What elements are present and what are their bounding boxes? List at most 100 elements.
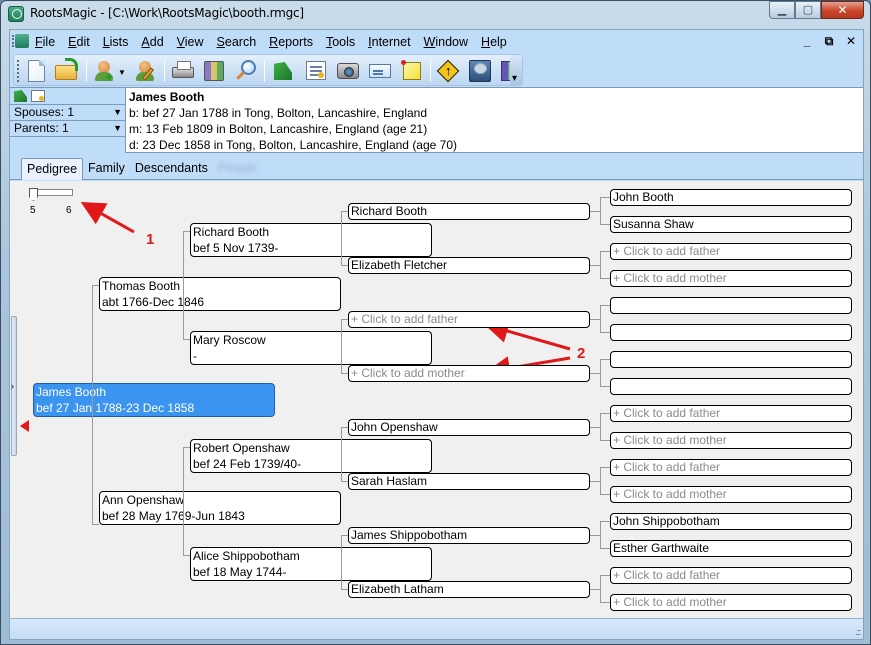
- view-tabs: Pedigree Family Descendants People: [10, 154, 863, 180]
- minimize-icon: ▁: [777, 3, 787, 16]
- side-panel-splitter[interactable]: ›: [10, 181, 19, 618]
- add-parent-box[interactable]: + Click to add mother: [610, 432, 852, 449]
- person-name: Ann Openshaw: [102, 493, 185, 507]
- menu-lists[interactable]: Lists: [103, 35, 129, 49]
- add-parent-box[interactable]: + Click to add father: [610, 567, 852, 584]
- close-button[interactable]: ✕: [821, 1, 864, 19]
- menu-file[interactable]: File: [35, 35, 55, 49]
- person-box-gen5[interactable]: [610, 378, 852, 395]
- menu-mnemonic: L: [102, 35, 110, 49]
- person-box-gen5[interactable]: John Shippobotham: [610, 513, 852, 530]
- add-parent-box[interactable]: + Click to add father: [610, 459, 852, 476]
- menu-edit[interactable]: Edit: [68, 35, 90, 49]
- menu-search[interactable]: Search: [217, 35, 257, 49]
- person-box-gen5[interactable]: [610, 351, 852, 368]
- toolbar-separator: [164, 60, 165, 82]
- person-box-grandparent[interactable]: Richard Booth bef 5 Nov 1739-: [190, 223, 432, 257]
- tab-family[interactable]: Family: [83, 158, 130, 180]
- generations-slider[interactable]: 5 6: [29, 188, 75, 216]
- person-box-grandparent[interactable]: Robert Openshaw bef 24 Feb 1739/40-: [190, 439, 432, 473]
- certificate-icon[interactable]: [31, 90, 45, 102]
- mdi-restore-button[interactable]: ⧉: [823, 34, 835, 49]
- person-box-gen5[interactable]: Esther Garthwaite: [610, 540, 852, 557]
- add-parent-box[interactable]: + Click to add father: [348, 311, 590, 328]
- root-person-marker-icon[interactable]: [20, 420, 29, 432]
- mdi-close-button[interactable]: ✕: [845, 34, 857, 49]
- person-box-parent[interactable]: Thomas Booth abt 1766-Dec 1846: [99, 277, 341, 311]
- person-box-great-grandparent[interactable]: John Openshaw: [348, 419, 590, 436]
- menu-window[interactable]: Window: [424, 35, 468, 49]
- todo-button[interactable]: [400, 59, 424, 83]
- menu-help[interactable]: Help: [481, 35, 507, 49]
- menu-internet[interactable]: Internet: [368, 35, 410, 49]
- menu-grip[interactable]: [12, 35, 14, 47]
- title-bar[interactable]: RootsMagic - [C:\Work\RootsMagic\booth.r…: [1, 1, 870, 27]
- print-button[interactable]: [171, 59, 195, 83]
- toolbar-overflow-button[interactable]: [510, 55, 522, 85]
- person-box-gen5[interactable]: [610, 297, 852, 314]
- person-name: + Click to add mother: [613, 487, 727, 501]
- person-name: Thomas Booth: [102, 279, 181, 293]
- add-person-button[interactable]: + ▼: [93, 59, 126, 84]
- annotation-arrow-2a: [484, 319, 571, 351]
- person-box-root[interactable]: James Booth bef 27 Jan 1788-23 Dec 1858: [33, 383, 275, 417]
- person-box-gen5[interactable]: John Booth: [610, 189, 852, 206]
- person-box-great-grandparent[interactable]: Richard Booth: [348, 203, 590, 220]
- add-parent-box[interactable]: + Click to add mother: [610, 594, 852, 611]
- parents-dropdown[interactable]: Parents: 1 ▼: [10, 120, 125, 136]
- menu-view[interactable]: View: [177, 35, 204, 49]
- toolbar-grip[interactable]: [17, 60, 19, 82]
- person-box-gen5[interactable]: Susanna Shaw: [610, 216, 852, 233]
- menu-mnemonic: R: [269, 35, 279, 49]
- person-name: James Booth: [36, 385, 107, 399]
- spouses-dropdown[interactable]: Spouses: 1 ▼: [10, 104, 125, 120]
- merge-button[interactable]: ↑: [436, 59, 460, 83]
- maximize-button[interactable]: ▢: [795, 1, 821, 19]
- connector-line: [341, 535, 342, 589]
- address-button[interactable]: [368, 59, 392, 83]
- search-button[interactable]: [234, 59, 258, 83]
- person-box-great-grandparent[interactable]: Elizabeth Latham: [348, 581, 590, 598]
- add-parent-box[interactable]: + Click to add mother: [610, 486, 852, 503]
- menu-add[interactable]: Add: [141, 35, 163, 49]
- family-tree-button[interactable]: [468, 59, 492, 83]
- add-parent-box[interactable]: + Click to add father: [610, 243, 852, 260]
- tab-people[interactable]: People: [213, 158, 262, 180]
- media-button[interactable]: [336, 59, 360, 83]
- death-info: d: 23 Dec 1858 in Tong, Bolton, Lancashi…: [129, 138, 458, 152]
- certificate-button[interactable]: [304, 59, 328, 83]
- add-parent-box[interactable]: + Click to add mother: [610, 270, 852, 287]
- publisher-icon: [274, 62, 292, 80]
- menu-tools[interactable]: Tools: [326, 35, 355, 49]
- publisher-icon[interactable]: [14, 90, 27, 102]
- person-info-panel: Spouses: 1 ▼ Parents: 1 ▼ James Booth b:…: [10, 87, 863, 153]
- expand-arrow-icon[interactable]: ›: [11, 381, 14, 391]
- minimize-button[interactable]: ▁: [769, 1, 795, 19]
- menu-mnemonic: H: [481, 35, 491, 49]
- open-file-button[interactable]: [54, 58, 78, 83]
- mdi-app-icon[interactable]: [15, 34, 29, 48]
- tab-pedigree[interactable]: Pedigree: [21, 158, 84, 180]
- rootsmagic-app-icon[interactable]: [8, 6, 24, 22]
- resize-grip-icon[interactable]: .::: [855, 627, 860, 637]
- chevron-down-icon: ▼: [113, 123, 122, 133]
- books-button[interactable]: [202, 59, 226, 83]
- person-box-gen5[interactable]: [610, 324, 852, 341]
- person-box-parent[interactable]: Ann Openshaw bef 28 May 1769-Jun 1843: [99, 491, 341, 525]
- person-box-great-grandparent[interactable]: James Shippobotham: [348, 527, 590, 544]
- mdi-minimize-button[interactable]: _: [801, 34, 813, 49]
- menu-reports[interactable]: Reports: [269, 35, 313, 49]
- add-parent-box[interactable]: + Click to add father: [610, 405, 852, 422]
- person-box-grandparent[interactable]: Alice Shippobotham bef 18 May 1744-: [190, 547, 432, 581]
- person-box-great-grandparent[interactable]: Elizabeth Fletcher: [348, 257, 590, 274]
- add-parent-box[interactable]: + Click to add mother: [348, 365, 590, 382]
- slider-thumb[interactable]: [29, 188, 38, 201]
- edit-person-button[interactable]: [134, 59, 158, 83]
- publisher-button[interactable]: [271, 59, 295, 83]
- tab-descendants[interactable]: Descendants: [130, 158, 213, 180]
- person-box-grandparent[interactable]: Mary Roscow -: [190, 331, 432, 365]
- new-file-button[interactable]: [24, 59, 48, 83]
- dropdown-arrow-icon[interactable]: ▼: [118, 68, 126, 77]
- person-box-great-grandparent[interactable]: Sarah Haslam: [348, 473, 590, 490]
- person-name: Elizabeth Fletcher: [351, 258, 448, 272]
